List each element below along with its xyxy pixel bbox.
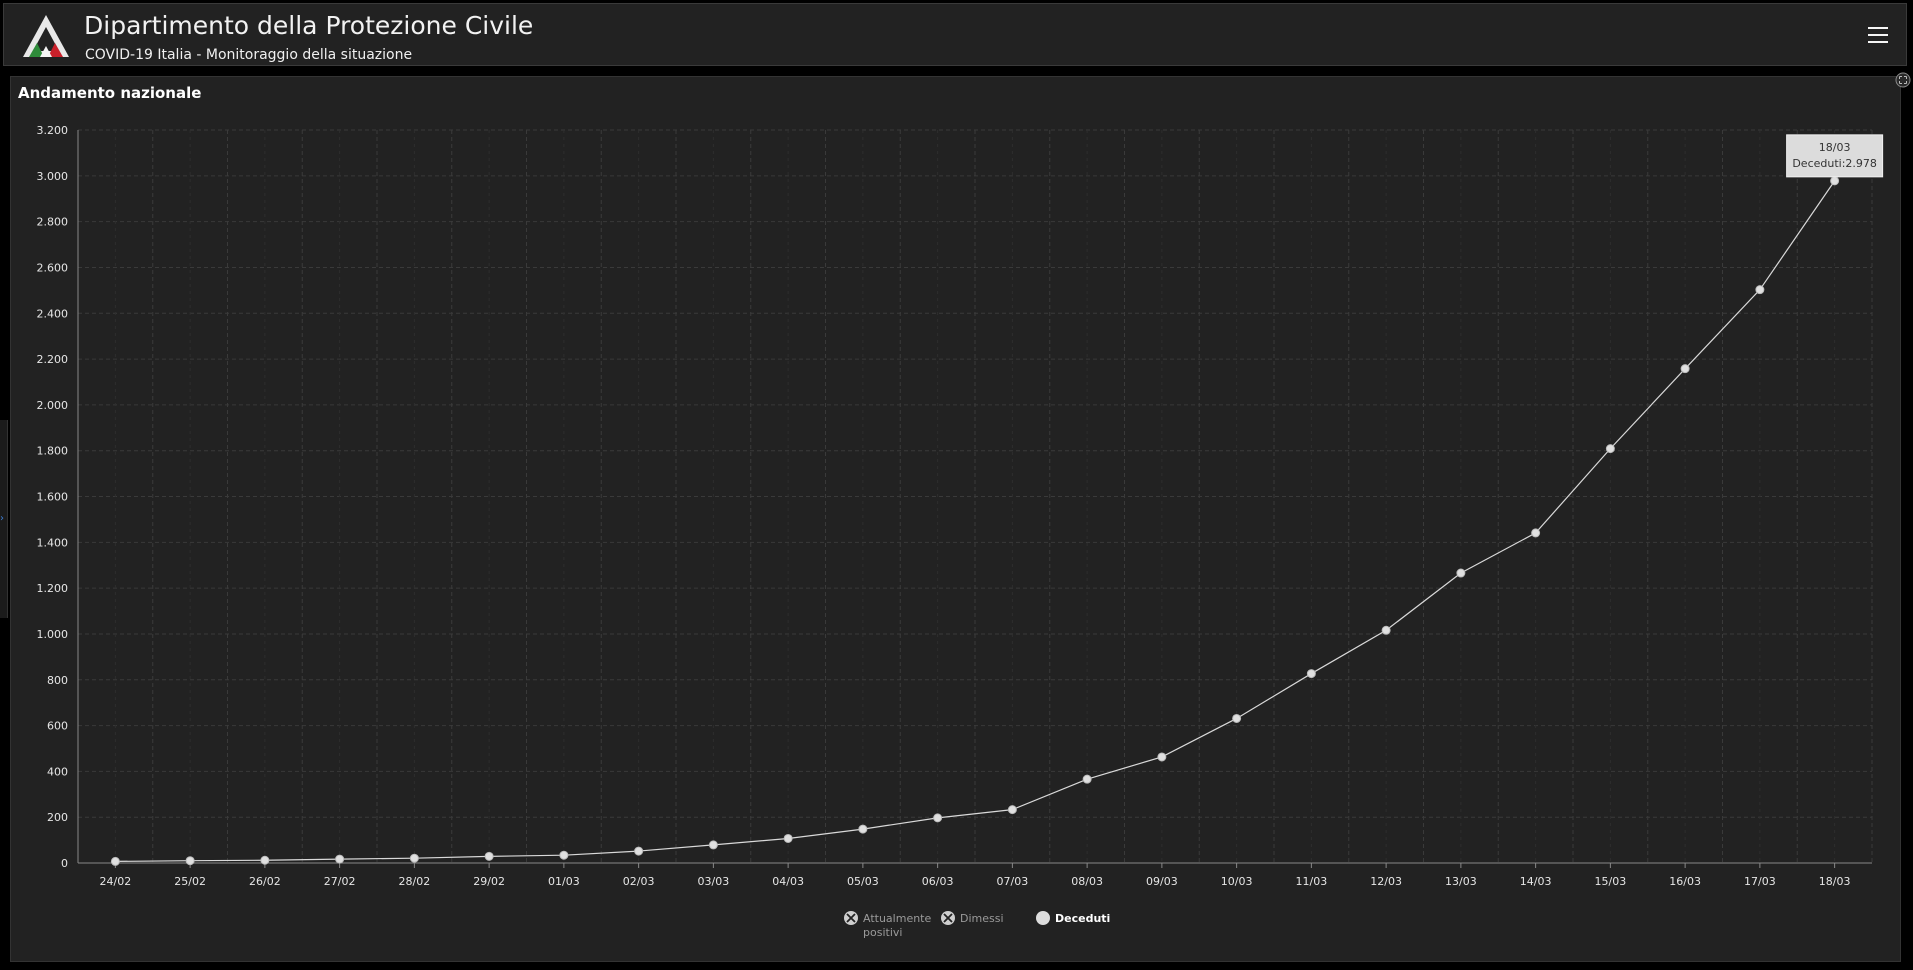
data-point[interactable]: [559, 850, 569, 860]
y-tick-label: 2.000: [37, 399, 69, 412]
legend-label: positivi: [863, 926, 902, 939]
legend-label: Attualmente: [863, 912, 931, 925]
data-point[interactable]: [1830, 176, 1840, 186]
data-point[interactable]: [933, 813, 943, 823]
x-tick-label: 27/02: [324, 875, 356, 888]
data-point[interactable]: [1007, 805, 1017, 815]
chevron-right-icon[interactable]: ›: [0, 514, 4, 524]
data-point[interactable]: [110, 856, 120, 866]
data-point[interactable]: [1157, 752, 1167, 762]
legend-label: Dimessi: [960, 912, 1004, 925]
x-tick-label: 13/03: [1445, 875, 1477, 888]
data-point[interactable]: [1531, 528, 1541, 538]
data-point[interactable]: [858, 824, 868, 834]
x-tick-label: 15/03: [1595, 875, 1627, 888]
x-tick-label: 24/02: [100, 875, 132, 888]
tooltip-date: 18/03: [1819, 141, 1851, 154]
x-tick-label: 09/03: [1146, 875, 1178, 888]
legend-item[interactable]: Dimessi: [941, 911, 1004, 925]
x-tick-label: 29/02: [473, 875, 505, 888]
y-tick-label: 1.400: [37, 536, 69, 549]
legend-item[interactable]: Deceduti: [1036, 911, 1110, 925]
data-point[interactable]: [1082, 774, 1092, 784]
y-tick-label: 800: [47, 674, 68, 687]
data-point[interactable]: [185, 856, 195, 866]
series-line-deceduti: [115, 180, 1836, 862]
y-tick-label: 2.400: [37, 307, 69, 320]
y-tick-label: 3.000: [37, 170, 69, 183]
y-tick-label: 200: [47, 811, 68, 824]
x-tick-label: 17/03: [1744, 875, 1776, 888]
x-tick-label: 12/03: [1370, 875, 1402, 888]
y-tick-label: 2.800: [37, 216, 69, 229]
data-point[interactable]: [335, 854, 345, 864]
x-tick-label: 11/03: [1296, 875, 1328, 888]
x-tick-label: 26/02: [249, 875, 281, 888]
tooltip-value: Deceduti:2.978: [1792, 157, 1877, 170]
hamburger-menu-icon[interactable]: [1868, 26, 1888, 44]
y-tick-label: 0: [61, 857, 68, 870]
x-tick-label: 14/03: [1520, 875, 1552, 888]
app-title: Dipartimento della Protezione Civile: [84, 11, 534, 40]
protezione-civile-logo: [23, 15, 69, 57]
x-tick-label: 08/03: [1071, 875, 1103, 888]
data-point[interactable]: [1381, 625, 1391, 635]
data-point[interactable]: [708, 840, 718, 850]
data-point[interactable]: [260, 855, 270, 865]
y-tick-label: 1.000: [37, 628, 69, 641]
data-point[interactable]: [1755, 285, 1765, 295]
y-tick-label: 3.200: [37, 124, 69, 137]
chart-panel: Andamento nazionale 0 200 400 600 800 1.000 1.…: [10, 76, 1901, 962]
app-header: Dipartimento della Protezione Civile COV…: [3, 3, 1907, 66]
expand-icon[interactable]: [1895, 72, 1911, 88]
x-tick-label: 02/03: [623, 875, 655, 888]
data-point[interactable]: [1605, 444, 1615, 454]
data-point[interactable]: [1232, 713, 1242, 723]
y-tick-label: 2.200: [37, 353, 69, 366]
y-tick-label: 1.600: [37, 491, 69, 504]
data-point[interactable]: [634, 846, 644, 856]
data-point[interactable]: [409, 853, 419, 863]
legend-label: Deceduti: [1055, 912, 1110, 925]
x-tick-label: 18/03: [1819, 875, 1851, 888]
y-tick-label: 1.800: [37, 445, 69, 458]
x-tick-label: 16/03: [1669, 875, 1701, 888]
x-tick-label: 07/03: [997, 875, 1029, 888]
x-tick-label: 06/03: [922, 875, 954, 888]
x-tick-label: 28/02: [399, 875, 431, 888]
x-tick-label: 25/02: [174, 875, 206, 888]
legend-marker[interactable]: [1036, 911, 1050, 925]
x-tick-label: 01/03: [548, 875, 580, 888]
data-point[interactable]: [1306, 669, 1316, 679]
y-tick-label: 2.600: [37, 261, 69, 274]
data-point[interactable]: [1456, 568, 1466, 578]
x-tick-label: 04/03: [772, 875, 804, 888]
x-tick-label: 05/03: [847, 875, 879, 888]
data-point[interactable]: [1680, 364, 1690, 374]
data-point[interactable]: [484, 851, 494, 861]
data-point[interactable]: [783, 833, 793, 843]
app-subtitle: COVID-19 Italia - Monitoraggio della sit…: [85, 47, 413, 63]
line-chart: 0 200 400 600 800 1.000 1.200 1.400 1.600 1.800 2.…: [37, 124, 1884, 939]
y-tick-label: 600: [47, 720, 68, 733]
y-tick-label: 1.200: [37, 582, 69, 595]
legend-item[interactable]: Attualmentepositivi: [844, 911, 931, 939]
y-tick-label: 400: [47, 765, 68, 778]
x-tick-label: 10/03: [1221, 875, 1253, 888]
x-tick-label: 03/03: [698, 875, 730, 888]
